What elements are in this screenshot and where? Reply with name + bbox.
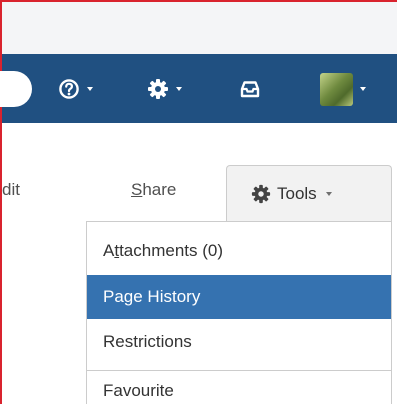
app-header (0, 54, 397, 123)
gear-icon (148, 79, 168, 99)
tools-menu-button[interactable]: Tools (226, 165, 392, 221)
chevron-down-icon (87, 87, 93, 91)
menu-item-attachments[interactable]: At tachments (0) (87, 229, 391, 273)
edit-link[interactable]: dit (2, 180, 42, 200)
tools-dropdown-menu: At tachments (0) Page History Restriction… (86, 221, 392, 404)
help-icon (59, 79, 79, 99)
chevron-down-icon (360, 87, 366, 91)
search-field[interactable] (0, 71, 32, 107)
menu-item-favourite[interactable]: Favourite (87, 373, 391, 404)
user-avatar (320, 72, 353, 106)
highlight-frame-top (0, 0, 397, 2)
chevron-down-icon (176, 87, 182, 91)
settings-menu-button[interactable] (147, 72, 182, 106)
inbox-icon (240, 81, 260, 98)
attachments-label-post: tachments (0) (119, 241, 224, 260)
gear-icon (251, 184, 271, 203)
attachments-label-pre: A (103, 241, 115, 260)
browser-top-strip (2, 2, 397, 54)
tools-label: Tools (277, 183, 317, 203)
notifications-button[interactable] (240, 72, 260, 106)
share-link[interactable]: Share (131, 180, 176, 200)
user-menu-button[interactable] (320, 72, 366, 106)
chevron-down-icon (325, 191, 332, 196)
share-label-rest: hare (142, 180, 177, 199)
help-menu-button[interactable] (58, 72, 93, 106)
share-accesskey: S (131, 180, 143, 199)
menu-divider (87, 370, 391, 371)
menu-item-page-history[interactable]: Page History (87, 275, 391, 319)
menu-item-restrictions[interactable]: Restrictions (87, 320, 391, 364)
